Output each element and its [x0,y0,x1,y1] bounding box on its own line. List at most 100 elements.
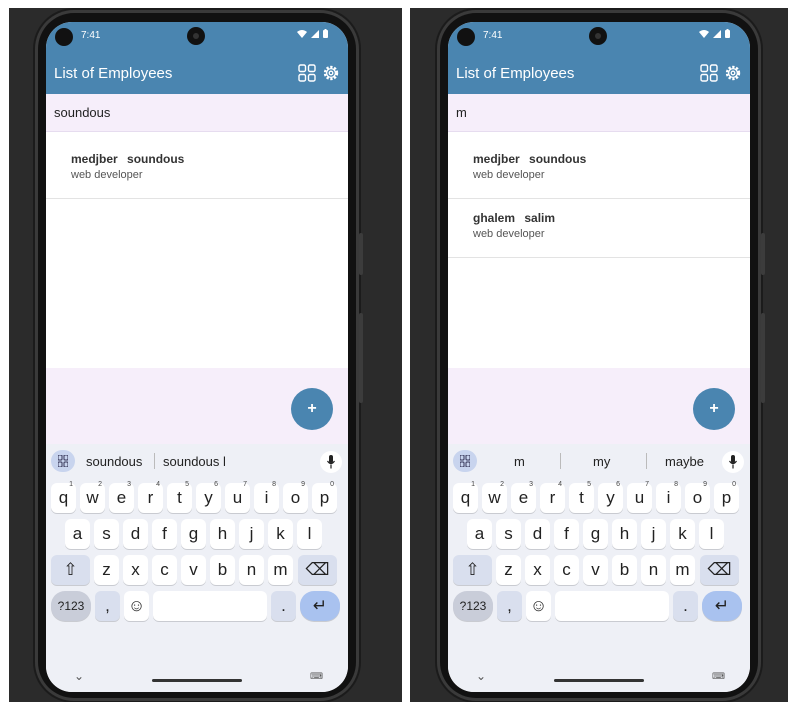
key-v[interactable]: v [181,555,206,585]
key-r[interactable]: r4 [540,481,565,513]
enter-key[interactable]: ↵ [702,591,742,621]
home-gesture-bar[interactable] [152,679,242,682]
key-g[interactable]: g [583,519,608,549]
key-i[interactable]: i8 [254,481,279,513]
add-employee-button[interactable]: + [693,388,735,430]
key-t[interactable]: t5 [569,481,594,513]
key-n[interactable]: n [239,555,264,585]
backspace-key[interactable]: ⌫ [298,555,337,585]
key-g[interactable]: g [181,519,206,549]
key-b[interactable]: b [210,555,235,585]
list-item[interactable]: ghalem salim web developer [448,199,750,258]
key-d[interactable]: d [525,519,550,549]
list-item[interactable]: medjber soundous web developer [46,140,348,199]
key-r[interactable]: r4 [138,481,163,513]
voice-input-button[interactable] [722,451,744,473]
key-z[interactable]: z [94,555,119,585]
key-h[interactable]: h [210,519,235,549]
comma-key[interactable]: , [95,591,120,621]
suggestion-1[interactable]: m [514,454,525,469]
key-j[interactable]: j [239,519,264,549]
add-employee-button[interactable]: + [291,388,333,430]
period-key[interactable]: . [271,591,296,621]
key-m[interactable]: m [670,555,695,585]
key-p[interactable]: p0 [714,481,739,513]
key-t[interactable]: t5 [167,481,192,513]
key-a[interactable]: a [65,519,90,549]
keyboard-apps-button[interactable] [51,450,75,472]
space-key[interactable] [153,591,267,621]
space-key[interactable] [555,591,669,621]
key-y[interactable]: y6 [196,481,221,513]
key-q[interactable]: q1 [453,481,478,513]
numbers-key[interactable]: ?123 [453,591,493,621]
voice-input-button[interactable] [320,451,342,473]
keyboard-hide-icon[interactable]: ⌄ [74,669,84,683]
key-u[interactable]: u7 [627,481,652,513]
key-w[interactable]: w2 [482,481,507,513]
list-item[interactable]: medjber soundous web developer [448,140,750,199]
keyboard-hide-icon[interactable]: ⌄ [476,669,486,683]
numbers-key[interactable]: ?123 [51,591,91,621]
emoji-key[interactable]: ☺ [124,591,149,621]
key-hint: 4 [156,481,160,488]
key-s[interactable]: s [94,519,119,549]
key-e[interactable]: e3 [109,481,134,513]
home-gesture-bar[interactable] [554,679,644,682]
search-input[interactable] [456,105,736,120]
key-f[interactable]: f [554,519,579,549]
key-e[interactable]: e3 [511,481,536,513]
key-f[interactable]: f [152,519,177,549]
key-l[interactable]: l [297,519,322,549]
key-k[interactable]: k [670,519,695,549]
suggestion-1[interactable]: soundous [86,454,142,469]
suggestion-2[interactable]: my [593,454,610,469]
key-x[interactable]: x [525,555,550,585]
employee-list: medjber soundous web developer [46,140,348,199]
shift-key[interactable]: ⇧ [453,555,492,585]
key-q[interactable]: q1 [51,481,76,513]
key-h[interactable]: h [612,519,637,549]
keyboard-switch-icon[interactable]: ⌨ [310,671,323,682]
suggestion-3[interactable]: maybe [665,454,704,469]
key-d[interactable]: d [123,519,148,549]
grid-view-icon[interactable] [700,64,718,82]
key-c[interactable]: c [554,555,579,585]
key-u[interactable]: u7 [225,481,250,513]
key-o[interactable]: o9 [283,481,308,513]
gear-icon[interactable] [724,64,742,82]
suggestion-2[interactable]: soundous l [163,454,226,469]
key-z[interactable]: z [496,555,521,585]
key-m[interactable]: m [268,555,293,585]
key-hint: 6 [214,481,218,488]
right-screenshot-panel: 7:41 List of Employees m medjber soundou… [410,8,788,702]
key-i[interactable]: i8 [656,481,681,513]
comma-key[interactable]: , [497,591,522,621]
grid-view-icon[interactable] [298,64,316,82]
key-hint: 5 [185,481,189,488]
enter-key[interactable]: ↵ [300,591,340,621]
keyboard-apps-button[interactable] [453,450,477,472]
gear-icon[interactable] [322,64,340,82]
emoji-key[interactable]: ☺ [526,591,551,621]
key-a[interactable]: a [467,519,492,549]
period-key[interactable]: . [673,591,698,621]
backspace-key[interactable]: ⌫ [700,555,739,585]
key-n[interactable]: n [641,555,666,585]
key-v[interactable]: v [583,555,608,585]
key-x[interactable]: x [123,555,148,585]
key-hint: 6 [616,481,620,488]
key-w[interactable]: w2 [80,481,105,513]
key-j[interactable]: j [641,519,666,549]
key-y[interactable]: y6 [598,481,623,513]
keyboard-switch-icon[interactable]: ⌨ [712,671,725,682]
key-p[interactable]: p0 [312,481,337,513]
key-k[interactable]: k [268,519,293,549]
shift-key[interactable]: ⇧ [51,555,90,585]
key-o[interactable]: o9 [685,481,710,513]
key-b[interactable]: b [612,555,637,585]
key-s[interactable]: s [496,519,521,549]
key-l[interactable]: l [699,519,724,549]
search-input[interactable] [54,105,334,120]
key-c[interactable]: c [152,555,177,585]
